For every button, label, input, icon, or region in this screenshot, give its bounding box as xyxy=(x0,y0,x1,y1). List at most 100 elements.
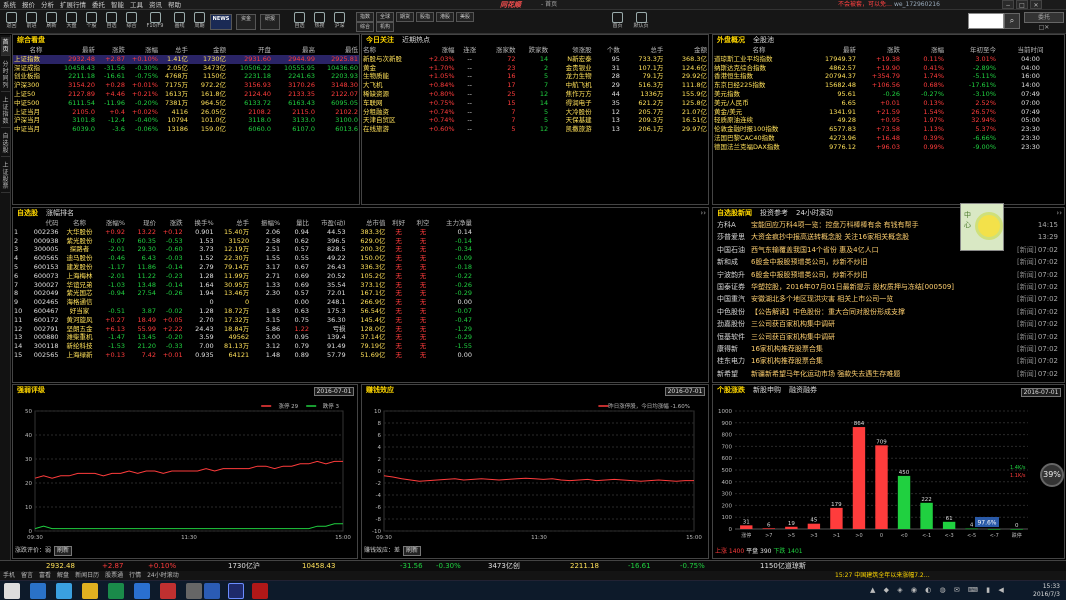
ie-icon[interactable] xyxy=(56,583,72,599)
col-amount[interactable]: 金额 xyxy=(189,46,227,55)
side-tab-intraday[interactable]: 分时同列 xyxy=(1,59,10,92)
col-leader[interactable]: 领涨股 xyxy=(549,46,593,55)
overseas-row[interactable]: 纳斯达克综合指数 4862.57 +19.90 0.41% -2.89% 04:00 xyxy=(713,64,1064,73)
profit-date-picker[interactable]: 2016-07-01 xyxy=(665,387,705,396)
composite-row[interactable]: 上证50 2127.89 +4.46 +0.21% 1613万 161.8亿 2124.40… xyxy=(13,90,359,99)
col-volume[interactable]: 总手 xyxy=(159,46,189,55)
folder-icon[interactable] xyxy=(82,583,98,599)
col-code[interactable]: 代码 xyxy=(25,219,59,228)
notice-text[interactable]: 不会被套，可以免… xyxy=(838,1,892,8)
overseas-row[interactable]: 美元/人民币 6.65 +0.01 0.13% 2.52% 07:00 xyxy=(713,99,1064,108)
tab-invest-ref[interactable]: 投资参考 xyxy=(756,209,792,217)
col-name[interactable]: 名称 xyxy=(60,219,100,228)
status-link[interactable]: 富看 xyxy=(36,571,54,580)
trade-link[interactable]: 委托 xyxy=(1024,12,1064,23)
maximize-button[interactable]: □ xyxy=(1016,0,1028,9)
menu-help[interactable]: 帮助 xyxy=(165,0,184,10)
distribution-bar[interactable] xyxy=(942,521,956,529)
watchlist-row[interactable]: 2 000938 紫光股份 -0.07 60.35 -0.53 1.53 31520 2.58 0… xyxy=(13,237,473,246)
overseas-row[interactable]: 德国法兰克福DAX指数 9776.12 +96.03 0.99% -9.00% 23:30 xyxy=(713,143,1064,152)
col-streak[interactable]: 连涨 xyxy=(456,46,484,55)
hot-row[interactable]: 车联网 +0.75% -- 15 14 得润电子 35 621.2万 125.8亿 xyxy=(362,99,708,108)
col-pe[interactable]: 市盈(动) xyxy=(310,219,347,228)
browser-icon[interactable] xyxy=(30,583,46,599)
tab-margin[interactable]: 融资融券 xyxy=(785,386,821,394)
hot-row[interactable]: 分租融资 +0.74% -- 7 5 大冷股份 12 205.7万 21.07亿 xyxy=(362,108,708,117)
index-button[interactable]: 指数 xyxy=(356,12,374,22)
tab-today-focus[interactable]: 今日关注 xyxy=(362,36,398,44)
hot-row[interactable]: 天津自贸区 +0.74% -- 7 5 天保基建 13 209.3万 16.51亿 xyxy=(362,116,708,125)
col-change-pct[interactable]: 涨幅 xyxy=(126,46,159,55)
col-up-count[interactable]: 涨家数 xyxy=(484,46,517,55)
composite-row[interactable]: 中证500 6111.54 -11.96 -0.20% 7381万 964.5亿 6133.… xyxy=(13,99,359,108)
news-item[interactable]: 康得新 16家机构推荐股票合集 [新闻] 07:02 xyxy=(717,344,1062,355)
distribution-bar[interactable] xyxy=(807,523,821,529)
watchlist-row[interactable]: 5 600153 建发股份 -1.17 11.86 -0.14 2.79 79.14万 3.17… xyxy=(13,263,473,272)
composite-row[interactable]: 创业板指 2211.18 -16.61 -0.75% 4768万 1150亿 2231.18… xyxy=(13,72,359,81)
tab-24h-rolling[interactable]: 24小时滚动 xyxy=(792,209,837,217)
news-item[interactable]: 新和成 6股金中报股预增类公司，炒新不炒旧 [新闻] 07:02 xyxy=(717,257,1062,268)
watchlist-row[interactable]: 11 600172 黄河旋风 +0.27 18.49 +0.05 2.70 17.32万 3.1… xyxy=(13,316,473,325)
tab-recent-hot[interactable]: 近期热点 xyxy=(398,36,434,44)
side-tab-sh-index[interactable]: 上证指数 xyxy=(1,95,10,128)
status-link[interactable]: 24小时滚动 xyxy=(144,571,182,580)
side-tab-watchlist[interactable]: 自选股 xyxy=(1,131,10,157)
menu-system[interactable]: 系统 xyxy=(0,0,19,10)
menu-analysis[interactable]: 分析 xyxy=(38,0,57,10)
us-button[interactable]: 美股 xyxy=(456,12,474,22)
status-link[interactable]: 手机 xyxy=(0,571,18,580)
col-last[interactable]: 最新 xyxy=(805,46,857,55)
red-app-icon[interactable] xyxy=(160,583,176,599)
overseas-row[interactable]: 香港恒生指数 20794.37 +354.79 1.74% -5.11% 16:00 xyxy=(713,72,1064,81)
col-count[interactable]: 个数 xyxy=(593,46,621,55)
menu-tools[interactable]: 工具 xyxy=(127,0,146,10)
watchlist-row[interactable]: 13 000880 潍柴重机 -1.47 13.45 -0.20 3.59 49562 3.00… xyxy=(13,333,473,342)
col-amplitude[interactable]: 振幅% xyxy=(250,219,281,228)
hot-row[interactable]: 黄金 +1.70% -- 23 2 金贵银业 31 107.1万 124.6亿 xyxy=(362,64,708,73)
col-market-cap[interactable]: 总市值 xyxy=(347,219,387,228)
col-negative[interactable]: 利空 xyxy=(411,219,435,228)
green-app-icon[interactable] xyxy=(108,583,124,599)
col-open[interactable]: 开盘 xyxy=(227,46,272,55)
tab-stock-updown[interactable]: 个股涨跌 xyxy=(713,386,749,394)
distribution-bar[interactable] xyxy=(762,528,776,529)
news-item[interactable]: 中国重汽 安徽湖北多个地区现洪灾害 相关上市公司一览 [新闻] 07:02 xyxy=(717,294,1062,305)
clock[interactable]: 15:33 2016/7/3 xyxy=(1033,583,1060,599)
system-tray[interactable]: ▲ ◆ ◈ ◉ ◐ ◍ ✉ ⌨ ▮ ◀ xyxy=(870,586,1007,594)
col-last[interactable]: 最新 xyxy=(59,46,96,55)
hot-search-button[interactable]: 热搜 xyxy=(310,11,329,32)
profit-refresh-button[interactable]: 刷新 xyxy=(403,546,422,556)
overseas-row[interactable]: 道琼斯工业平均指数 17949.37 +19.38 0.11% 3.01% 04:00 xyxy=(713,55,1064,64)
col-name[interactable]: 名称 xyxy=(362,46,425,55)
selfpick-button[interactable]: 自选 xyxy=(290,11,309,32)
hs-button[interactable]: 沪深 xyxy=(330,11,349,32)
status-link[interactable]: 股票通 xyxy=(102,571,126,580)
fund-button[interactable]: 资金 xyxy=(236,14,256,30)
minimize-button[interactable]: − xyxy=(1002,0,1014,9)
panel-controls[interactable]: □✕ xyxy=(1024,23,1064,32)
news-item[interactable]: 中色股份 【公告解读】中色股份：重大合同对股份形成支撑 [新闻] 07:02 xyxy=(717,307,1062,318)
watchlist-row[interactable]: 8 002049 紫光国芯 -0.94 27.54 -0.26 1.94 13.46万 2.30… xyxy=(13,289,473,298)
news-ticker[interactable]: 15:27 中国建筑全年以来涨幅7.2… xyxy=(832,571,933,580)
news-item[interactable]: 新希望 新疆新希望马年化运动市场 强款失去遇生存难题 [新闻] 07:02 xyxy=(717,369,1062,380)
col-amount[interactable]: 金额 xyxy=(664,46,708,55)
composite-button[interactable]: 综合 xyxy=(122,11,141,32)
tab-all-stocks[interactable]: 全股池 xyxy=(749,36,778,44)
col-main-net[interactable]: 主力净量 xyxy=(435,219,473,228)
watchlist-row[interactable]: 7 300027 华谊兄弟 -1.03 13.48 -0.14 1.64 30.95万 1.33… xyxy=(13,281,473,290)
col-change[interactable]: 涨跌 xyxy=(157,219,184,228)
col-volume[interactable]: 总手 xyxy=(621,46,665,55)
distribution-bar[interactable] xyxy=(785,526,798,529)
news-item[interactable]: 国泰证券 华塑控股，2016年07月01日最新提示 股权质押与冻结[000509]… xyxy=(717,282,1062,293)
expand-icon[interactable]: ›› xyxy=(1056,208,1062,218)
status-link[interactable]: 解盘 xyxy=(54,571,72,580)
overseas-row[interactable]: 黄金/美元 1341.91 +21.59 1.54% 26.57% 07:49 xyxy=(713,108,1064,117)
watchlist-button[interactable]: 自选 xyxy=(102,11,121,32)
search-input[interactable] xyxy=(968,13,1004,29)
composite-row[interactable]: 深证成指 10458.43 -31.56 -0.30% 2.05亿 3473亿 10506.… xyxy=(13,64,359,73)
news-item[interactable]: 劲嘉股份 三公司获百家机构集中调研 [新闻] 07:02 xyxy=(717,319,1062,330)
watchlist-row[interactable]: 6 600073 上海梅林 -2.01 11.22 -0.23 1.28 11.99万 2.71… xyxy=(13,272,473,281)
app-gray-icon[interactable] xyxy=(186,583,202,599)
stock-button[interactable]: 个股 xyxy=(82,11,101,32)
side-tab-home[interactable]: 首页 xyxy=(1,37,10,56)
